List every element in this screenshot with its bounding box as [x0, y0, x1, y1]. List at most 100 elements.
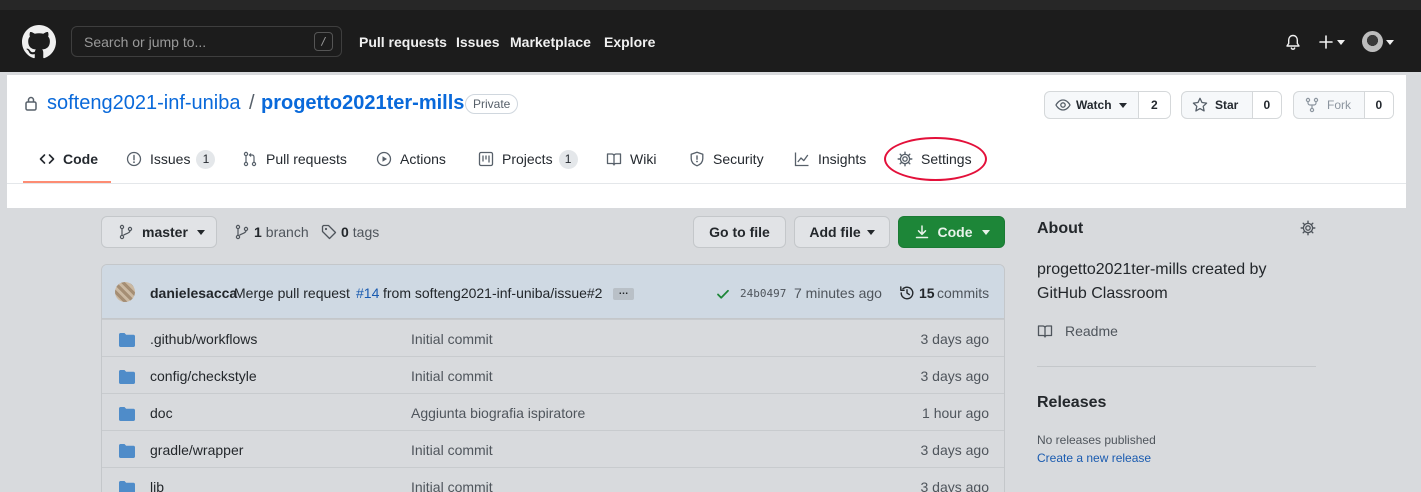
- tab-actions-label: Actions: [400, 151, 446, 167]
- profile-menu-caret-icon[interactable]: [1386, 40, 1394, 45]
- add-file-button[interactable]: Add file: [794, 216, 890, 248]
- project-board-icon: [478, 151, 494, 167]
- tab-insights[interactable]: Insights: [794, 135, 866, 183]
- commit-time[interactable]: 7 minutes ago: [794, 285, 882, 301]
- star-button[interactable]: Star: [1182, 92, 1252, 118]
- fork-button[interactable]: Fork: [1294, 92, 1364, 118]
- folder-icon: [119, 481, 135, 492]
- nav-explore[interactable]: Explore: [604, 34, 655, 50]
- global-header: / Pull requests Issues Marketplace Explo…: [0, 0, 1421, 72]
- nav-marketplace[interactable]: Marketplace: [510, 34, 591, 50]
- repo-owner-link[interactable]: softeng2021-inf-uniba: [47, 92, 240, 115]
- commit-count[interactable]: 15: [919, 285, 935, 301]
- commit-message-suffix[interactable]: from softeng2021-inf-uniba/issue#2: [383, 285, 602, 301]
- folder-icon: [119, 370, 135, 384]
- file-commit-message[interactable]: Initial commit: [411, 479, 493, 492]
- file-name[interactable]: config/checkstyle: [150, 368, 257, 384]
- tab-projects[interactable]: Projects 1: [478, 135, 578, 183]
- tag-count: 0: [341, 224, 349, 240]
- search-input[interactable]: [72, 27, 308, 56]
- download-icon: [915, 225, 928, 239]
- commit-author-avatar[interactable]: [115, 282, 135, 302]
- nav-issues[interactable]: Issues: [456, 34, 500, 50]
- about-settings-gear-icon[interactable]: [1300, 220, 1316, 236]
- tab-projects-label: Projects: [502, 151, 553, 167]
- go-to-file-button[interactable]: Go to file: [693, 216, 786, 248]
- watch-count[interactable]: 2: [1137, 92, 1170, 118]
- code-download-button[interactable]: Code: [898, 216, 1005, 248]
- repo-name-link[interactable]: progetto2021ter-mills: [261, 92, 464, 115]
- branch-icon: [235, 224, 249, 240]
- expand-commit-button[interactable]: …: [613, 287, 634, 300]
- graph-icon: [794, 152, 809, 167]
- file-commit-message[interactable]: Initial commit: [411, 442, 493, 458]
- file-age: 3 days ago: [920, 479, 990, 492]
- repo-path-separator: /: [249, 92, 255, 114]
- fork-button-group: Fork 0: [1293, 91, 1394, 119]
- tab-actions[interactable]: Actions: [376, 135, 446, 183]
- file-row[interactable]: gradle/wrapper Initial commit 3 days ago: [102, 430, 1004, 467]
- repository-header: softeng2021-inf-uniba / progetto2021ter-…: [7, 75, 1406, 208]
- star-button-group: Star 0: [1181, 91, 1282, 119]
- star-count[interactable]: 0: [1251, 92, 1281, 118]
- pull-request-icon: [243, 151, 257, 167]
- file-age: 3 days ago: [920, 368, 990, 384]
- tab-insights-label: Insights: [818, 151, 867, 167]
- file-commit-message[interactable]: Initial commit: [411, 368, 493, 384]
- create-release-link[interactable]: Create a new release: [1037, 451, 1151, 465]
- branch-icon: [119, 224, 133, 240]
- tab-issues[interactable]: Issues 1: [126, 135, 216, 183]
- tab-pull-requests[interactable]: Pull requests: [242, 135, 347, 183]
- tab-wiki[interactable]: Wiki: [606, 135, 656, 183]
- book-icon: [1037, 325, 1053, 338]
- highlight-ellipse: [884, 137, 987, 181]
- search-box[interactable]: /: [71, 26, 342, 57]
- folder-icon: [119, 407, 135, 421]
- commit-author[interactable]: danielesacca: [150, 285, 237, 301]
- releases-heading[interactable]: Releases: [1037, 394, 1106, 412]
- latest-commit-bar: danielesacca Merge pull request #14 from…: [102, 265, 1004, 319]
- code-caret-icon: [981, 229, 990, 235]
- file-name[interactable]: lib: [150, 479, 164, 492]
- file-name[interactable]: gradle/wrapper: [150, 442, 243, 458]
- file-name[interactable]: .github/workflows: [150, 331, 257, 347]
- search-shortcut-badge: /: [314, 32, 333, 51]
- file-row[interactable]: doc Aggiunta biografia ispiratore 1 hour…: [102, 393, 1004, 430]
- top-strip: [0, 0, 1421, 10]
- tab-security[interactable]: Security: [689, 135, 764, 183]
- branch-select-button[interactable]: master: [101, 216, 217, 248]
- commit-message-prefix[interactable]: Merge pull request: [234, 285, 350, 301]
- add-file-label: Add file: [809, 224, 861, 240]
- file-commit-message[interactable]: Initial commit: [411, 331, 493, 347]
- shield-icon: [690, 151, 704, 167]
- file-age: 1 hour ago: [922, 405, 989, 421]
- bell-icon[interactable]: [1285, 34, 1301, 51]
- eye-icon: [1055, 99, 1071, 111]
- commit-word[interactable]: commits: [937, 285, 989, 301]
- tags-link[interactable]: 0 tags: [321, 224, 379, 240]
- file-age: 3 days ago: [920, 442, 990, 458]
- file-name[interactable]: doc: [150, 405, 173, 421]
- file-row[interactable]: lib Initial commit 3 days ago: [102, 467, 1004, 492]
- file-row[interactable]: config/checkstyle Initial commit 3 days …: [102, 356, 1004, 393]
- play-circle-icon: [376, 151, 392, 167]
- user-avatar[interactable]: [1362, 31, 1383, 52]
- tab-code[interactable]: Code: [39, 135, 98, 183]
- file-commit-message[interactable]: Aggiunta biografia ispiratore: [411, 405, 585, 421]
- readme-link[interactable]: Readme: [1037, 323, 1118, 339]
- tab-wiki-label: Wiki: [630, 151, 657, 167]
- create-menu-caret-icon[interactable]: [1337, 40, 1345, 45]
- commit-sha[interactable]: 24b0497: [740, 287, 786, 300]
- plus-icon[interactable]: [1319, 35, 1333, 49]
- github-logo-icon[interactable]: [22, 25, 56, 59]
- nav-pull-requests[interactable]: Pull requests: [359, 34, 447, 50]
- tabs-divider: [7, 183, 1406, 184]
- branches-link[interactable]: 1 branch: [234, 224, 309, 240]
- file-row[interactable]: .github/workflows Initial commit 3 days …: [102, 319, 1004, 356]
- watch-button[interactable]: Watch: [1045, 92, 1138, 118]
- fork-icon: [1305, 97, 1319, 113]
- sidebar-divider: [1037, 366, 1316, 367]
- commit-pr-link[interactable]: #14: [356, 285, 379, 301]
- fork-count[interactable]: 0: [1363, 92, 1393, 118]
- branch-name: master: [142, 224, 188, 240]
